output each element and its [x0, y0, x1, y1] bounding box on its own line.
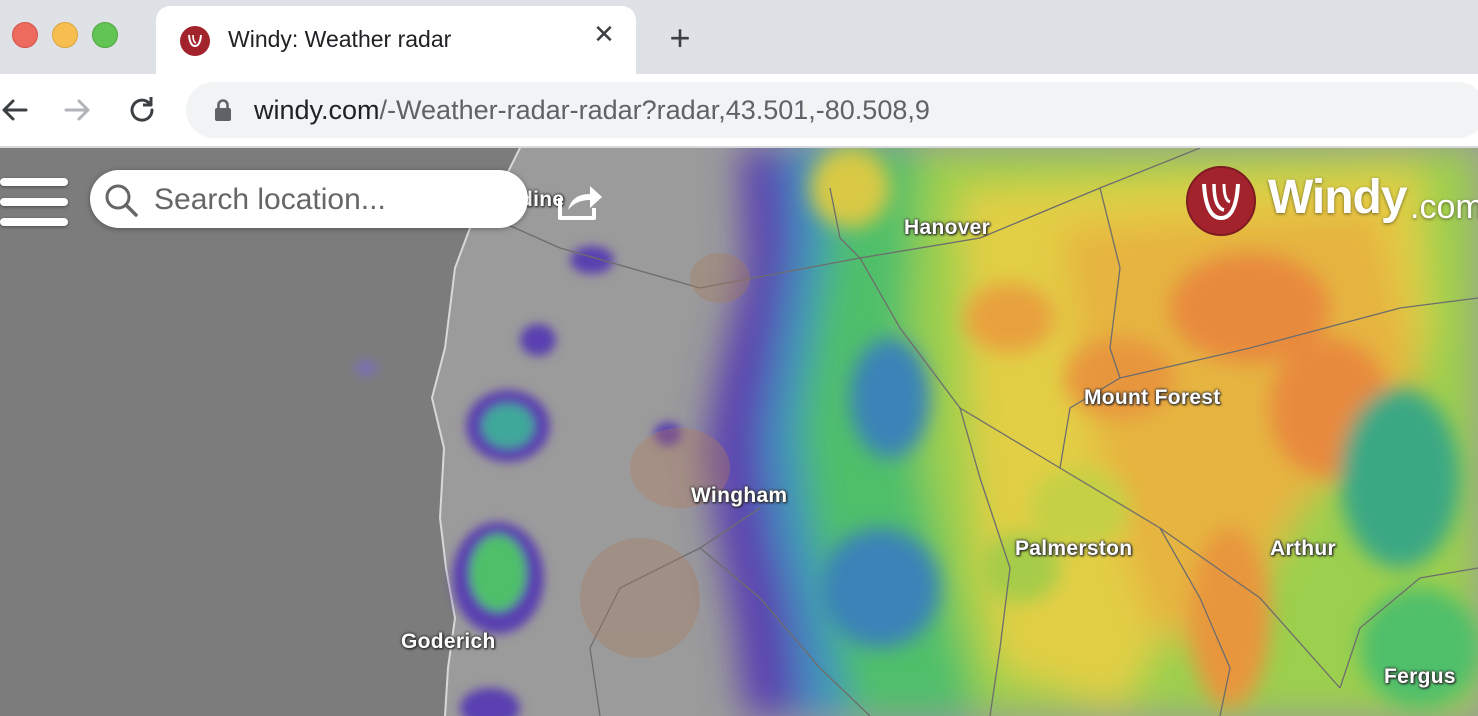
browser-tab-bar: Windy: Weather radar ✕ + [0, 0, 1478, 74]
city-label-wingham[interactable]: Wingham [691, 484, 787, 508]
minimize-window-button[interactable] [52, 22, 78, 48]
back-arrow-icon[interactable] [0, 92, 32, 128]
windy-badge-icon [1186, 166, 1256, 236]
search-input[interactable] [152, 178, 496, 222]
search-icon [105, 184, 138, 217]
city-label-goderich[interactable]: Goderich [401, 630, 496, 654]
windy-favicon-icon [180, 26, 210, 56]
address-bar[interactable]: windy.com/-Weather-radar-radar?radar,43.… [186, 82, 1478, 138]
share-icon[interactable] [556, 182, 604, 222]
city-label-palmerston[interactable]: Palmerston [1015, 537, 1132, 561]
zoom-window-button[interactable] [92, 22, 118, 48]
windy-wordmark: Windy [1268, 171, 1408, 224]
search-location-box[interactable] [90, 170, 528, 228]
close-window-button[interactable] [12, 22, 38, 48]
forward-arrow-icon[interactable] [60, 92, 96, 128]
active-tab[interactable]: Windy: Weather radar ✕ [156, 6, 636, 74]
browser-toolbar: windy.com/-Weather-radar-radar?radar,43.… [0, 74, 1478, 148]
url-text[interactable]: windy.com/-Weather-radar-radar?radar,43.… [254, 95, 930, 126]
windy-tld: .com [1410, 188, 1478, 226]
tab-close-icon[interactable]: ✕ [592, 21, 616, 47]
url-path: /-Weather-radar-radar?radar,43.501,-80.5… [379, 95, 930, 125]
city-label-hanover[interactable]: Hanover [904, 216, 990, 240]
radar-map[interactable]: Hanover Mount Forest Wingham Palmerston … [0, 148, 1478, 716]
lock-icon[interactable] [212, 98, 234, 122]
city-label-mount-forest[interactable]: Mount Forest [1084, 386, 1221, 410]
windy-logo[interactable]: Windy .com [1186, 166, 1478, 236]
city-label-arthur[interactable]: Arthur [1270, 537, 1336, 561]
city-label-fergus[interactable]: Fergus [1384, 665, 1456, 689]
tab-title: Windy: Weather radar [228, 26, 452, 52]
new-tab-icon[interactable]: + [664, 20, 696, 56]
url-host: windy.com [254, 95, 380, 125]
menu-hamburger-icon[interactable] [0, 178, 70, 230]
reload-icon[interactable] [124, 92, 160, 128]
